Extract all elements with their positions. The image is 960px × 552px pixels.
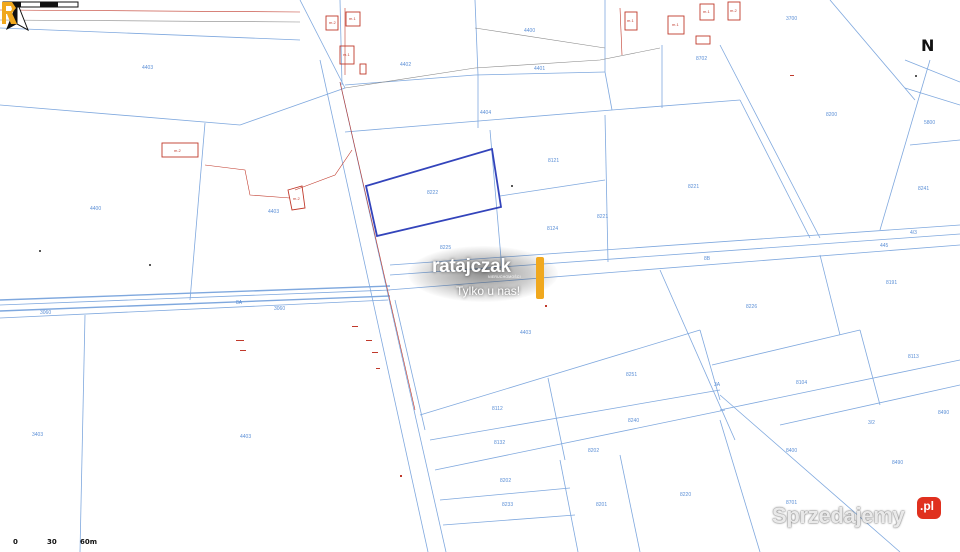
parcel-label: 8226 (746, 304, 758, 310)
building-label: m.1 (343, 52, 350, 57)
parcel-label: 8124 (547, 226, 559, 232)
parcel-label: 8490 (938, 410, 950, 416)
logo-subtitle: NIERUCHOMOŚCI (488, 275, 521, 279)
parcel-label: 8220 (680, 492, 692, 498)
parcel-label: 3700 (786, 16, 798, 22)
road-label: 3A (714, 382, 721, 388)
logo-accent-bar (536, 257, 544, 299)
parcel-label: 4403 (240, 434, 252, 440)
parcel-label: 8221 (688, 184, 700, 190)
parcel-label: 8112 (492, 406, 503, 412)
parcel-label: 8202 (500, 478, 512, 484)
scale-label: 60m (80, 538, 98, 546)
building-label: m.1 (672, 22, 679, 27)
building-label: m.2 (329, 20, 336, 25)
ratajczak-logo-icon (2, 2, 17, 24)
parcel-label: 8191 (886, 280, 898, 286)
road-label: 445 (880, 243, 889, 249)
parcel-label: 4403 (520, 330, 532, 336)
building-label: m.2 (293, 196, 300, 201)
parcel-label: 3060 (274, 306, 286, 312)
parcel-label: 8251 (626, 372, 638, 378)
logo-tagline: Tylko u nas! (456, 284, 521, 298)
parcel-label: 8200 (826, 112, 838, 118)
cadastral-map[interactable]: 8222 8225 8121 8124 8221 4400 4403 4403 … (0, 0, 960, 552)
watermark-text: Sprzedajemy (772, 503, 905, 528)
parcel-label: 4401 (534, 66, 546, 72)
parcel-label: 8490 (892, 460, 904, 466)
scale-label: 30 (47, 538, 57, 546)
parcel-label: 8104 (796, 380, 808, 386)
building-label: m.2 (730, 8, 737, 13)
parcel-label: 4402 (400, 62, 412, 68)
road-edges (0, 285, 391, 312)
buildings (161, 1, 741, 211)
road-label: 3/2 (868, 420, 875, 426)
building-label: m.1 (703, 9, 710, 14)
parcel-label: 8222 (427, 190, 439, 196)
parcel-label: 8702 (696, 56, 708, 62)
parcel-label: 4403 (142, 65, 154, 71)
parcel-label: 8113 (908, 354, 919, 360)
watermark-badge-text: .pl (920, 499, 934, 513)
parcel-label: 8221 (597, 214, 609, 220)
building-label: m.1 (627, 18, 634, 23)
building-label: m.1 (349, 16, 356, 21)
road-label: 8A (236, 300, 243, 306)
parcel-label: 4404 (480, 110, 492, 116)
parcel-label: 8240 (628, 418, 640, 424)
parcel-label: 8241 (918, 186, 930, 192)
parcel-label: 4400 (90, 206, 102, 212)
parcel-label: 8201 (596, 502, 608, 508)
parcel-label: 8202 (588, 448, 600, 454)
parcel-label: 3403 (32, 432, 44, 438)
parcel-label: 8132 (494, 440, 506, 446)
parcel-label: 5800 (924, 120, 936, 126)
parcel-label: 4403 (268, 209, 280, 215)
road-label: 4/3 (910, 230, 917, 236)
parcel-label: 3060 (40, 310, 52, 316)
north-letter: N (921, 36, 935, 55)
scale-label: 0 (13, 538, 18, 546)
building-label: m.2 (174, 148, 181, 153)
parcel-label: 8121 (548, 158, 560, 164)
parcel-label: 8233 (502, 502, 514, 508)
road-label: 8B (704, 256, 711, 262)
parcel-label: 8400 (786, 448, 798, 454)
parcel-label: 4400 (524, 28, 536, 34)
